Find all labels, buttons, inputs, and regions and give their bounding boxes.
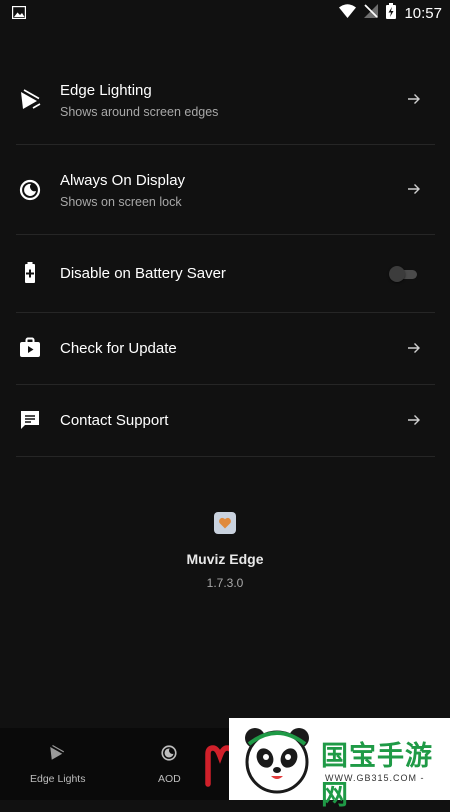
app-icon bbox=[214, 512, 236, 534]
arrow-right-icon bbox=[407, 341, 421, 355]
battery-icon bbox=[18, 261, 42, 285]
wifi-icon bbox=[339, 3, 357, 23]
check-for-update-row[interactable]: Check for Update bbox=[16, 313, 435, 385]
contact-support-row[interactable]: Contact Support bbox=[16, 385, 435, 457]
clock: 10:57 bbox=[404, 4, 442, 22]
panda-logo-icon bbox=[241, 724, 313, 801]
battery-charging-icon bbox=[386, 2, 397, 24]
aod-icon bbox=[160, 744, 178, 767]
row-title: Contact Support bbox=[60, 412, 169, 429]
watermark: 国宝手游网 WWW.GB315.COM - bbox=[229, 718, 450, 810]
status-bar: 10:57 bbox=[0, 0, 450, 26]
no-signal-icon bbox=[364, 3, 379, 23]
row-subtitle: Shows on screen lock bbox=[60, 195, 182, 209]
arrow-right-icon bbox=[407, 92, 421, 106]
always-on-display-icon bbox=[18, 178, 42, 202]
image-notification-icon bbox=[11, 5, 27, 24]
nav-tab-edge-lights[interactable]: Edge Lights bbox=[26, 728, 88, 800]
battery-saver-toggle[interactable] bbox=[389, 266, 417, 282]
row-title: Disable on Battery Saver bbox=[60, 265, 226, 282]
nav-label: AOD bbox=[158, 773, 181, 785]
about-section: Muviz Edge 1.7.3.0 bbox=[0, 512, 450, 590]
edge-lighting-row[interactable]: Edge Lighting Shows around screen edges bbox=[16, 55, 435, 145]
row-title: Check for Update bbox=[60, 340, 177, 357]
battery-saver-row[interactable]: Disable on Battery Saver bbox=[16, 235, 435, 313]
row-title: Always On Display bbox=[60, 172, 186, 189]
settings-list: Edge Lighting Shows around screen edges … bbox=[16, 55, 435, 457]
nav-tab-aod[interactable]: AOD bbox=[152, 728, 186, 800]
edge-lights-icon bbox=[48, 744, 66, 767]
watermark-url: WWW.GB315.COM - bbox=[325, 773, 425, 783]
edge-lighting-icon bbox=[18, 88, 42, 112]
arrow-right-icon bbox=[407, 413, 421, 427]
chat-icon bbox=[18, 408, 42, 432]
app-version: 1.7.3.0 bbox=[206, 576, 244, 590]
row-subtitle: Shows around screen edges bbox=[60, 105, 219, 119]
update-store-icon bbox=[18, 336, 42, 360]
toggle-thumb bbox=[389, 266, 405, 282]
always-on-display-row[interactable]: Always On Display Shows on screen lock bbox=[16, 145, 435, 235]
nav-label: Edge Lights bbox=[30, 773, 86, 785]
app-name: Muviz Edge bbox=[186, 551, 264, 567]
arrow-right-icon bbox=[407, 182, 421, 196]
row-title: Edge Lighting bbox=[60, 82, 152, 99]
